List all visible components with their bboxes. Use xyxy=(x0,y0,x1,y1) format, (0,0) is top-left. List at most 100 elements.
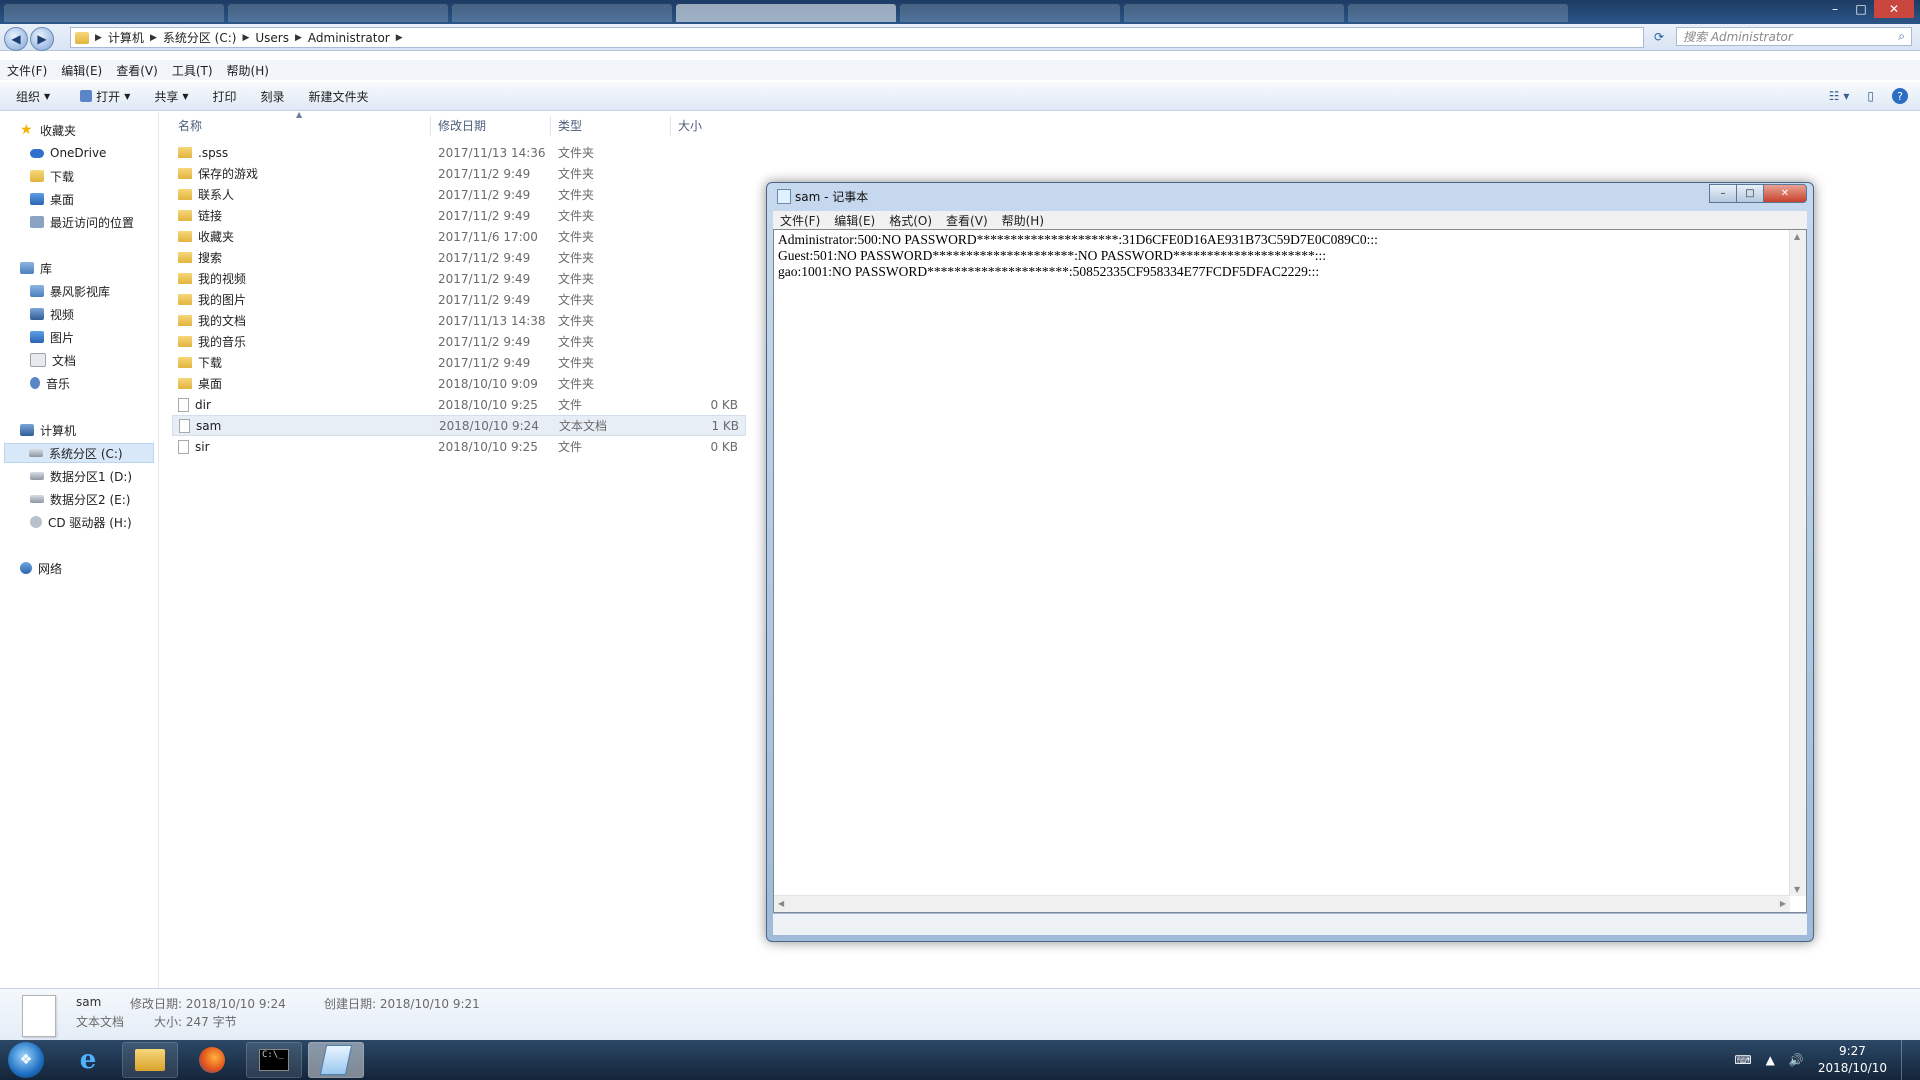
background-tab[interactable] xyxy=(452,4,672,22)
column-header-date[interactable]: 修改日期 xyxy=(438,112,548,138)
open-button[interactable]: 打开 ▼ xyxy=(62,88,142,105)
nav-item-onedrive[interactable]: OneDrive xyxy=(30,143,106,163)
nav-item-desktop[interactable]: 桌面 xyxy=(30,189,74,209)
keyboard-icon[interactable]: ⌨ xyxy=(1734,1053,1751,1067)
background-tab[interactable] xyxy=(4,4,224,22)
nav-item-documents[interactable]: 文档 xyxy=(30,350,76,370)
nav-item-recent-places[interactable]: 最近访问的位置 xyxy=(30,212,134,232)
clock[interactable]: 9:27 2018/10/10 xyxy=(1818,1043,1887,1077)
preview-pane-icon[interactable]: ▯ xyxy=(1867,89,1874,103)
file-row[interactable]: .spss 2017/11/13 14:36 文件夹 xyxy=(172,142,746,163)
file-row[interactable]: 收藏夹 2017/11/6 17:00 文件夹 xyxy=(172,226,746,247)
column-divider[interactable] xyxy=(670,116,671,136)
notepad-menu-view[interactable]: 查看(V) xyxy=(939,212,995,229)
minimize-button[interactable]: – xyxy=(1822,0,1848,18)
nav-item-video-library[interactable]: 暴风影视库 xyxy=(30,281,110,301)
view-options-icon[interactable]: ☷ ▾ xyxy=(1829,89,1850,103)
column-header-size[interactable]: 大小 xyxy=(678,112,738,138)
vertical-scrollbar[interactable]: ▲ ▼ xyxy=(1789,230,1806,896)
help-icon[interactable]: ? xyxy=(1892,88,1908,104)
nav-libraries[interactable]: 库 xyxy=(20,258,52,278)
background-tab[interactable] xyxy=(1348,4,1568,22)
scroll-right-icon[interactable]: ▶ xyxy=(1780,899,1786,908)
print-button[interactable]: 打印 xyxy=(201,88,249,105)
show-hidden-icons-icon[interactable]: ▲ xyxy=(1766,1053,1775,1067)
address-bar[interactable]: ▶ 计算机 ▶ 系统分区 (C:) ▶ Users ▶ Administrato… xyxy=(70,27,1644,48)
taskbar-firefox[interactable] xyxy=(184,1042,240,1078)
file-name-cell: 下载 xyxy=(178,354,222,371)
menu-edit[interactable]: 编辑(E) xyxy=(54,62,109,79)
background-tab[interactable] xyxy=(900,4,1120,22)
forward-button[interactable]: ▶ xyxy=(30,27,54,51)
nav-item-c-drive[interactable]: 系统分区 (C:) xyxy=(4,443,154,463)
nav-item-d-drive[interactable]: 数据分区1 (D:) xyxy=(30,466,132,486)
notepad-content[interactable]: Administrator:500:NO PASSWORD***********… xyxy=(778,232,1378,280)
file-row[interactable]: 我的音乐 2017/11/2 9:49 文件夹 xyxy=(172,331,746,352)
nav-favorites[interactable]: ★ 收藏夹 xyxy=(20,120,76,140)
file-row[interactable]: 保存的游戏 2017/11/2 9:49 文件夹 xyxy=(172,163,746,184)
notepad-close-button[interactable]: ✕ xyxy=(1763,184,1807,203)
file-row[interactable]: dir 2018/10/10 9:25 文件 0 KB xyxy=(172,394,746,415)
scroll-left-icon[interactable]: ◀ xyxy=(778,899,784,908)
file-row[interactable]: 我的图片 2017/11/2 9:49 文件夹 xyxy=(172,289,746,310)
new-folder-button[interactable]: 新建文件夹 xyxy=(297,88,381,105)
notepad-maximize-button[interactable]: □ xyxy=(1736,184,1764,203)
file-row[interactable]: 下载 2017/11/2 9:49 文件夹 xyxy=(172,352,746,373)
organize-button[interactable]: 组织 ▼ xyxy=(0,88,62,105)
horizontal-scrollbar[interactable]: ◀ ▶ xyxy=(774,895,1790,912)
taskbar-ie[interactable]: e xyxy=(60,1042,116,1078)
column-divider[interactable] xyxy=(550,116,551,136)
volume-icon[interactable]: 🔊 xyxy=(1789,1053,1804,1067)
nav-item-downloads[interactable]: 下载 xyxy=(30,166,74,186)
menu-file[interactable]: 文件(F) xyxy=(0,62,54,79)
file-row[interactable]: 桌面 2018/10/10 9:09 文件夹 xyxy=(172,373,746,394)
refresh-icon[interactable]: ⟳ xyxy=(1648,28,1670,46)
column-header-type[interactable]: 类型 xyxy=(558,112,668,138)
background-tab[interactable] xyxy=(228,4,448,22)
search-input[interactable]: 搜索 Administrator ⌕ xyxy=(1676,27,1912,46)
file-row[interactable]: 联系人 2017/11/2 9:49 文件夹 xyxy=(172,184,746,205)
show-desktop-button[interactable] xyxy=(1901,1040,1910,1080)
notepad-menu-help[interactable]: 帮助(H) xyxy=(995,212,1051,229)
scroll-down-icon[interactable]: ▼ xyxy=(1794,885,1800,894)
file-row[interactable]: sam 2018/10/10 9:24 文本文档 1 KB xyxy=(172,415,746,436)
scroll-up-icon[interactable]: ▲ xyxy=(1794,232,1800,241)
notepad-text-area[interactable]: Administrator:500:NO PASSWORD***********… xyxy=(773,229,1807,913)
notepad-menu-format[interactable]: 格式(O) xyxy=(882,212,939,229)
notepad-menu-file[interactable]: 文件(F) xyxy=(773,212,827,229)
breadcrumb-users[interactable]: Users xyxy=(249,31,295,45)
maximize-button[interactable]: □ xyxy=(1848,0,1874,18)
nav-computer[interactable]: 计算机 xyxy=(20,420,76,440)
background-tab[interactable] xyxy=(676,4,896,22)
nav-item-music[interactable]: 音乐 xyxy=(30,373,70,393)
file-row[interactable]: 我的文档 2017/11/13 14:38 文件夹 xyxy=(172,310,746,331)
burn-button[interactable]: 刻录 xyxy=(249,88,297,105)
taskbar-cmd[interactable]: C:\_ xyxy=(246,1042,302,1078)
file-row[interactable]: 搜索 2017/11/2 9:49 文件夹 xyxy=(172,247,746,268)
file-row[interactable]: sir 2018/10/10 9:25 文件 0 KB xyxy=(172,436,746,457)
nav-item-videos[interactable]: 视频 xyxy=(30,304,74,324)
breadcrumb-computer[interactable]: 计算机 xyxy=(102,29,150,46)
nav-item-pictures[interactable]: 图片 xyxy=(30,327,74,347)
taskbar-explorer[interactable] xyxy=(122,1042,178,1078)
notepad-menu-edit[interactable]: 编辑(E) xyxy=(827,212,882,229)
start-button[interactable]: ❖ xyxy=(8,1042,44,1078)
notepad-minimize-button[interactable]: – xyxy=(1709,184,1737,203)
breadcrumb-administrator[interactable]: Administrator xyxy=(302,31,396,45)
close-button[interactable]: ✕ xyxy=(1874,0,1914,18)
file-row[interactable]: 我的视频 2017/11/2 9:49 文件夹 xyxy=(172,268,746,289)
share-button[interactable]: 共享 ▼ xyxy=(142,88,200,105)
breadcrumb-c-drive[interactable]: 系统分区 (C:) xyxy=(157,29,243,46)
nav-item-cd-drive[interactable]: CD 驱动器 (H:) xyxy=(30,512,132,532)
column-divider[interactable] xyxy=(430,116,431,136)
menu-help[interactable]: 帮助(H) xyxy=(220,62,276,79)
back-button[interactable]: ◀ xyxy=(4,27,28,51)
menu-view[interactable]: 查看(V) xyxy=(109,62,165,79)
nav-item-e-drive[interactable]: 数据分区2 (E:) xyxy=(30,489,130,509)
file-row[interactable]: 链接 2017/11/2 9:49 文件夹 xyxy=(172,205,746,226)
taskbar-notepad[interactable] xyxy=(308,1042,364,1078)
menu-tools[interactable]: 工具(T) xyxy=(165,62,220,79)
nav-network[interactable]: 网络 xyxy=(20,558,62,578)
star-icon: ★ xyxy=(20,122,33,138)
background-tab[interactable] xyxy=(1124,4,1344,22)
